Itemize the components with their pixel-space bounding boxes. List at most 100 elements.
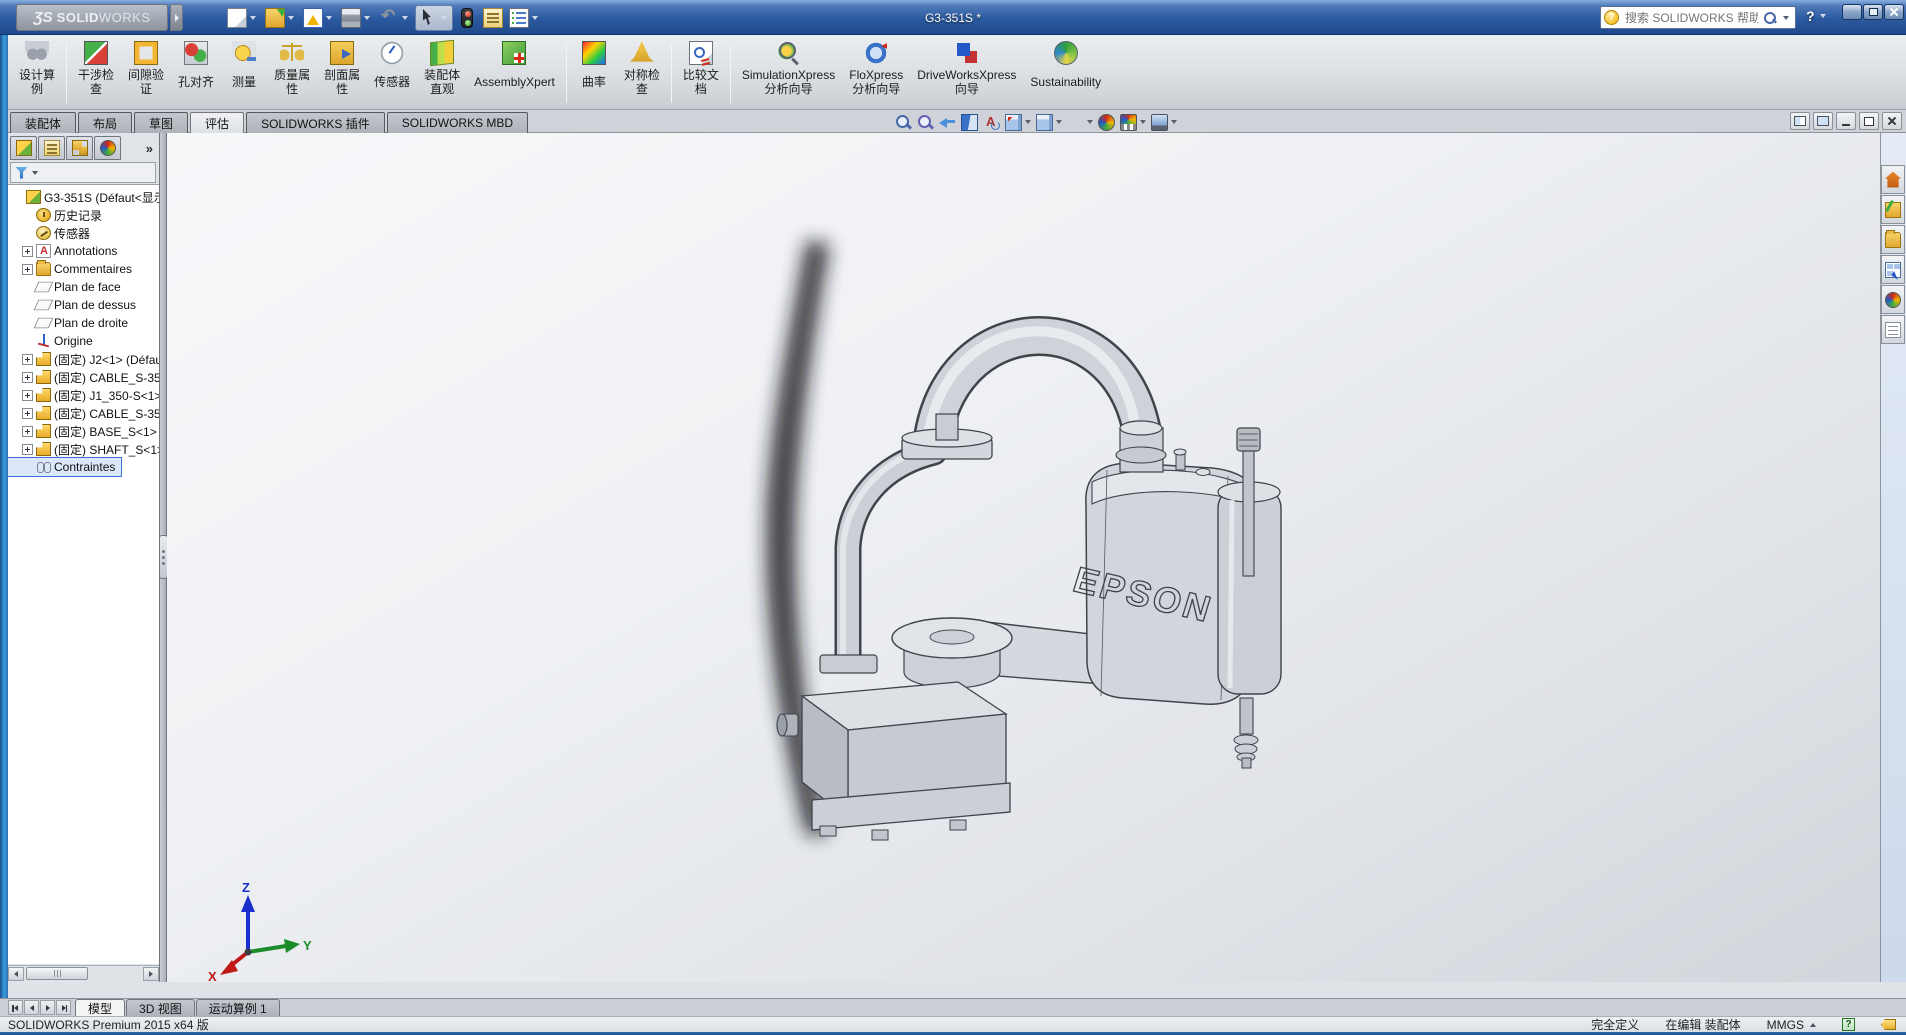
tree-item[interactable]: (固定) BASE_S<1> (Défau [8,422,159,440]
tree-item[interactable]: Contraintes [8,458,121,476]
quick-access-button[interactable] [263,5,299,31]
tree-item[interactable]: (固定) J2<1> (Défaut<<D [8,350,159,368]
view-tool-button[interactable] [1034,113,1064,132]
panel-tab[interactable] [38,136,65,160]
expand-icon[interactable] [22,264,33,275]
ribbon-button[interactable]: FloXpress 分析向导 [842,39,910,107]
tree-item[interactable]: G3-351S (Défaut<显示状态-1 [8,188,159,206]
document-tab[interactable]: 模型 [75,999,125,1016]
expand-icon[interactable] [22,444,33,455]
expand-icon[interactable] [22,246,33,257]
view-tool-button[interactable] [1149,113,1179,132]
ribbon-button[interactable]: AssemblyXpert [467,39,562,107]
quick-access-button[interactable] [507,5,543,31]
view-tool-button[interactable] [1118,113,1148,132]
document-window-button[interactable] [1882,112,1902,130]
panel-tab[interactable] [94,136,121,160]
dropdown-caret-icon[interactable] [441,16,447,20]
first-tab-button[interactable] [8,1000,23,1015]
view-tool-button[interactable] [981,113,1002,132]
scroll-right-button[interactable] [143,967,159,981]
filter-icon[interactable] [15,167,28,179]
task-pane-tab[interactable] [1881,255,1905,284]
status-tag-icon[interactable] [1881,1019,1896,1030]
panel-tab[interactable] [66,136,93,160]
tree-item[interactable]: (固定) SHAFT_S<1> (Défa [8,440,159,458]
view-tool-button[interactable] [1096,113,1117,132]
view-tool-button[interactable] [959,113,980,132]
ribbon-button[interactable]: 对称检 查 [617,39,667,107]
search-dropdown-caret-icon[interactable] [1783,16,1789,20]
tree-item[interactable]: (固定) J1_350-S<1> (Défa [8,386,159,404]
window-control-button[interactable] [1863,4,1883,20]
document-tab[interactable]: 运动算例 1 [196,999,280,1016]
tree-item[interactable]: (固定) CABLE_S-350_duct [8,368,159,386]
ribbon-button[interactable]: 间隙验 证 [121,39,171,107]
graphics-viewport[interactable]: EPSON Z Y X [167,133,1880,982]
filter-caret-icon[interactable] [32,171,38,175]
command-tab[interactable]: 评估 [190,112,244,133]
command-tab[interactable]: SOLIDWORKS MBD [387,112,528,133]
dropdown-caret-icon[interactable] [364,16,370,20]
robot-model[interactable]: EPSON Z Y X [167,133,1880,982]
expand-icon[interactable] [22,408,33,419]
panel-tab[interactable] [10,136,37,160]
ribbon-button[interactable]: 装配体 直观 [417,39,467,107]
dropdown-caret-icon[interactable] [402,16,408,20]
help-menu[interactable]: ? [1806,8,1829,24]
ribbon-button[interactable] [566,43,567,103]
ribbon-button[interactable]: 设计算 例 [12,39,62,107]
expand-icon[interactable] [22,354,33,365]
ribbon-button[interactable]: 剖面属 性 [317,39,367,107]
quick-access-button[interactable] [377,5,413,31]
panel-overflow-chevron[interactable]: » [146,141,153,156]
tree-item[interactable]: 历史记录 [8,206,159,224]
tree-item[interactable]: Commentaires [8,260,159,278]
command-tab[interactable]: 布局 [78,112,132,133]
search-input[interactable] [1623,10,1760,26]
view-tool-button[interactable] [1003,113,1033,132]
tree-item[interactable]: Plan de dessus [8,296,159,314]
quick-access-button[interactable] [339,5,375,31]
quick-access-button[interactable] [225,5,261,31]
document-window-button[interactable] [1813,112,1833,130]
ribbon-button[interactable] [671,43,672,103]
command-tab[interactable]: 草图 [134,112,188,133]
expand-icon[interactable] [22,390,33,401]
menu-flyout-button[interactable] [170,4,183,31]
next-tab-button[interactable] [40,1000,55,1015]
window-control-button[interactable] [1884,4,1904,20]
status-help-icon[interactable]: ? [1842,1018,1855,1031]
task-pane-tab[interactable] [1881,285,1905,314]
view-tool-button[interactable] [937,113,958,132]
window-control-button[interactable] [1842,4,1862,20]
last-tab-button[interactable] [56,1000,71,1015]
document-window-button[interactable] [1836,112,1856,130]
ribbon-button[interactable]: 干涉检 查 [71,39,121,107]
scrollbar-track[interactable] [24,967,143,981]
tree-item[interactable]: 传感器 [8,224,159,242]
ribbon-button[interactable]: 孔对齐 [171,39,221,107]
document-tab[interactable]: 3D 视图 [126,999,195,1016]
document-window-button[interactable] [1790,112,1810,130]
quick-access-button[interactable] [481,5,505,31]
previous-tab-button[interactable] [24,1000,39,1015]
tree-horizontal-scrollbar[interactable] [8,965,159,981]
ribbon-button[interactable]: 质量属 性 [267,39,317,107]
ribbon-button[interactable]: DriveWorksXpress 向导 [910,39,1023,107]
view-tool-button[interactable] [915,113,936,132]
command-tab[interactable]: 装配体 [10,112,76,133]
tree-item[interactable]: (固定) CABLE_S-350_stem [8,404,159,422]
task-pane-tab[interactable] [1881,195,1905,224]
scroll-left-button[interactable] [8,967,24,981]
dropdown-caret-icon[interactable] [532,16,538,20]
tree-item[interactable]: Plan de face [8,278,159,296]
document-window-button[interactable] [1859,112,1879,130]
units-selector[interactable]: MMGS [1767,1018,1816,1032]
help-dropdown-caret-icon[interactable] [1820,14,1826,18]
task-pane-tab[interactable] [1881,165,1905,194]
ribbon-button[interactable]: Sustainability [1023,39,1108,107]
tree-item[interactable]: Annotations [8,242,159,260]
dropdown-caret-icon[interactable] [250,16,256,20]
help-icon[interactable]: ? [1806,8,1815,24]
